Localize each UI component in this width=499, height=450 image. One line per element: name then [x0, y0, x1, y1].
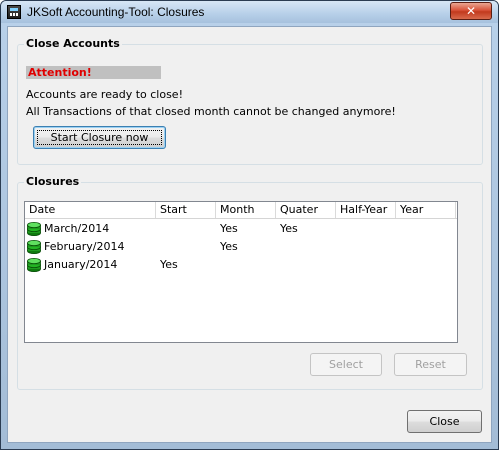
- cell-quater: Yes: [280, 222, 298, 235]
- cell-month: [216, 256, 276, 274]
- attention-banner: Attention!: [26, 66, 161, 79]
- database-icon: [27, 258, 41, 272]
- cell-month: Yes: [220, 222, 238, 235]
- list-header: Date Start Month Quater Half-Year Year: [25, 202, 457, 219]
- cell-year: [396, 220, 456, 238]
- list-row[interactable]: February/2014 Yes: [25, 238, 457, 256]
- window-title: JKSoft Accounting-Tool: Closures: [27, 5, 205, 19]
- cell-year: [396, 238, 456, 256]
- cell-date: February/2014: [44, 240, 125, 253]
- cell-start: [156, 238, 216, 256]
- cell-start: [156, 220, 216, 238]
- start-closure-button[interactable]: Start Closure now: [33, 126, 166, 149]
- select-label: Select: [329, 358, 363, 371]
- cell-start: Yes: [160, 258, 178, 271]
- client-area: Close Accounts Attention! Accounts are r…: [7, 26, 492, 443]
- column-date[interactable]: Date: [25, 202, 156, 218]
- column-quater[interactable]: Quater: [276, 202, 336, 218]
- main-window: JKSoft Accounting-Tool: Closures ✕ Close…: [0, 0, 499, 450]
- list-row[interactable]: January/2014 Yes: [25, 256, 457, 274]
- focus-rect: [37, 130, 162, 145]
- cell-date: January/2014: [44, 258, 118, 271]
- cell-month: Yes: [220, 240, 238, 253]
- reset-button[interactable]: Reset: [394, 353, 467, 376]
- ready-message: Accounts are ready to close!: [26, 88, 183, 101]
- app-icon: [7, 5, 21, 19]
- cell-date: March/2014: [44, 222, 110, 235]
- cell-quater: [276, 256, 336, 274]
- select-button[interactable]: Select: [310, 353, 382, 376]
- close-accounts-label: Close Accounts: [24, 37, 122, 50]
- column-start[interactable]: Start: [156, 202, 216, 218]
- close-label: Close: [429, 415, 460, 428]
- database-icon: [27, 222, 41, 236]
- title-bar[interactable]: JKSoft Accounting-Tool: Closures ✕: [1, 1, 498, 23]
- warning-message: All Transactions of that closed month ca…: [26, 105, 396, 118]
- cell-half-year: [336, 238, 396, 256]
- closures-list[interactable]: Date Start Month Quater Half-Year Year M…: [24, 201, 458, 343]
- database-icon: [27, 240, 41, 254]
- cell-quater: [276, 238, 336, 256]
- cell-half-year: [336, 220, 396, 238]
- column-half-year[interactable]: Half-Year: [336, 202, 396, 218]
- close-button[interactable]: Close: [407, 410, 482, 433]
- window-close-button[interactable]: ✕: [450, 2, 492, 20]
- reset-label: Reset: [415, 358, 446, 371]
- list-row[interactable]: March/2014 Yes Yes: [25, 220, 457, 238]
- cell-half-year: [336, 256, 396, 274]
- closures-label: Closures: [24, 175, 82, 188]
- close-icon: ✕: [465, 4, 477, 18]
- cell-year: [396, 256, 456, 274]
- column-month[interactable]: Month: [216, 202, 276, 218]
- column-year[interactable]: Year: [396, 202, 456, 218]
